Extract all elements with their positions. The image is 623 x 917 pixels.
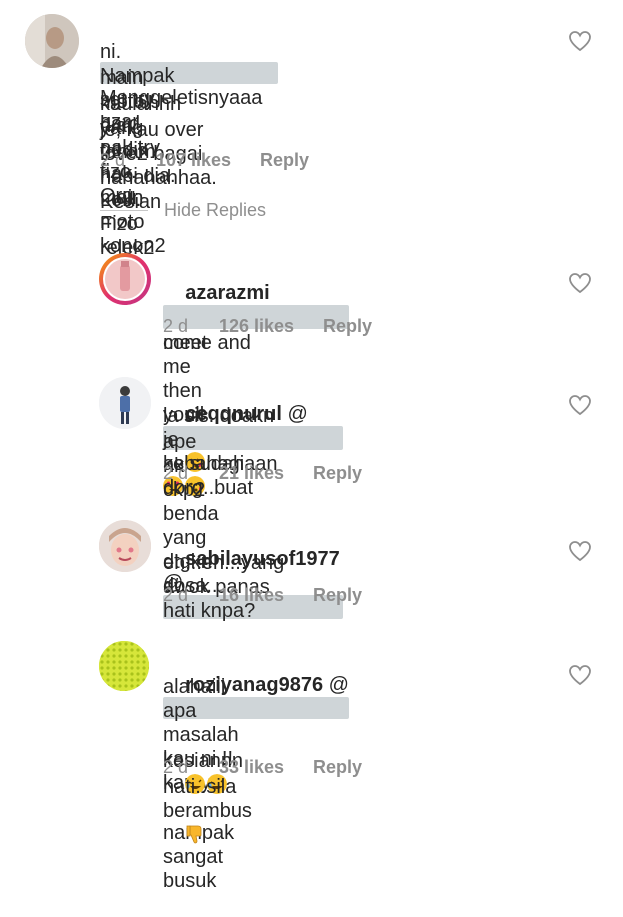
avatar-image — [99, 377, 151, 429]
reply-button[interactable]: Reply — [260, 150, 309, 171]
comment-meta: 2 d 33 likes Reply — [163, 757, 362, 778]
reply-button[interactable]: Reply — [323, 316, 372, 337]
heart-icon[interactable] — [568, 394, 592, 416]
avatar[interactable] — [99, 641, 149, 691]
reply-button[interactable]: Reply — [313, 757, 362, 778]
timestamp: 2 d — [163, 585, 189, 605]
avatar-image — [103, 257, 147, 301]
likes-count[interactable]: 33 likes — [219, 757, 313, 778]
likes-count[interactable]: 107 likes — [156, 150, 260, 171]
avatar-image — [25, 14, 79, 68]
reply-button[interactable]: Reply — [313, 463, 362, 484]
avatar-image — [99, 641, 149, 691]
avatar[interactable] — [25, 14, 79, 68]
heart-icon[interactable] — [568, 272, 592, 294]
avatar[interactable] — [99, 520, 151, 572]
timestamp: 2 d — [163, 316, 189, 336]
likes-count[interactable]: 16 likes — [219, 585, 313, 606]
heart-icon[interactable] — [568, 30, 592, 52]
avatar[interactable] — [99, 253, 151, 305]
comment-meta: 2 d 16 likes Reply — [163, 585, 362, 606]
avatar-image — [99, 520, 151, 572]
avatar[interactable] — [99, 377, 151, 429]
mention-prefix: @ — [328, 674, 349, 696]
comment-meta: 2 d 107 likes Reply — [100, 150, 309, 171]
timestamp: 2 d — [163, 463, 189, 483]
heart-icon[interactable] — [568, 664, 592, 686]
thumbs-down-emoji — [186, 825, 202, 844]
comment-meta: 2 d 21 likes Reply — [163, 463, 362, 484]
comment-line: hati..sila berambus — [163, 776, 252, 822]
comment-text-line4: hati..sila berambus — [163, 727, 252, 871]
comment-meta: 2 d 126 likes Reply — [163, 316, 372, 337]
heart-icon[interactable] — [568, 540, 592, 562]
timestamp: 2 d — [163, 757, 189, 777]
divider-line — [100, 210, 148, 211]
reply-button[interactable]: Reply — [313, 585, 362, 606]
mention-prefix: @ — [287, 403, 308, 425]
hide-replies-button[interactable]: Hide Replies — [164, 200, 266, 221]
timestamp: 2 d — [100, 150, 126, 170]
likes-count[interactable]: 126 likes — [219, 316, 323, 337]
likes-count[interactable]: 21 likes — [219, 463, 313, 484]
hide-replies-row[interactable]: Hide Replies — [100, 200, 266, 221]
